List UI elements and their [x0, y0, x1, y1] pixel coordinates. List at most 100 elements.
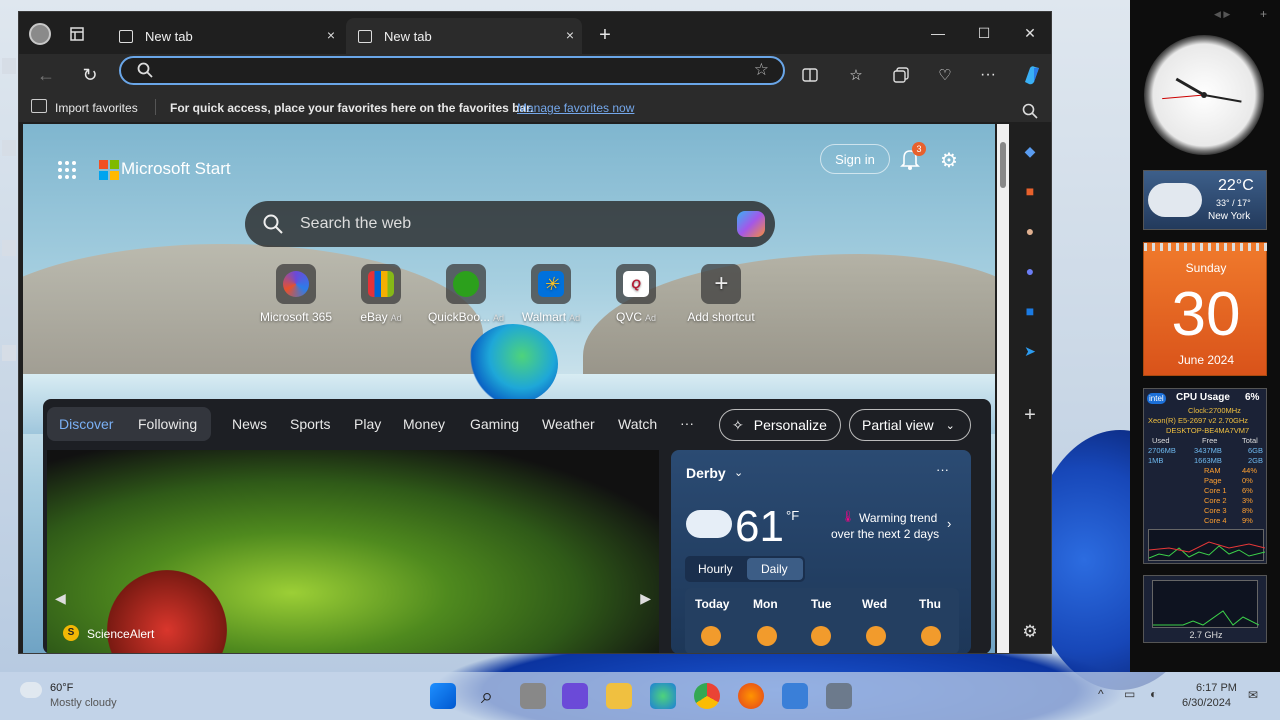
gadget-add-icon[interactable]: + [1260, 7, 1267, 21]
personalize-button[interactable]: ✧ Personalize [719, 409, 841, 441]
address-input[interactable] [161, 61, 741, 81]
notification-center-icon[interactable]: ✉ [1248, 688, 1258, 702]
back-icon[interactable]: ← [35, 64, 57, 86]
chevron-down-icon[interactable]: ⌄ [734, 466, 743, 479]
browser-essentials-icon[interactable]: ♡ [934, 64, 956, 86]
shortcut-microsoft-365[interactable]: Microsoft 365 [251, 264, 341, 324]
split-screen-icon[interactable] [799, 64, 821, 86]
sidebar-search-icon[interactable] [1019, 100, 1041, 122]
favorites-icon[interactable]: ☆ [845, 64, 867, 86]
forecast-day[interactable]: Thu [919, 597, 941, 611]
tab-2[interactable]: New tab × [346, 18, 582, 54]
start-button[interactable] [430, 683, 456, 709]
analog-clock-gadget[interactable] [1144, 35, 1264, 155]
copilot-icon[interactable] [737, 211, 765, 237]
apps-launcher-icon[interactable] [57, 160, 77, 185]
firefox-icon[interactable] [738, 683, 764, 709]
tab-following[interactable]: Following [138, 416, 197, 432]
taskbar-weather-temp[interactable]: 60°F [50, 682, 73, 694]
cpu-meter-gadget[interactable]: intel CPU Usage 6% Clock:2700MHz Xeon(R)… [1143, 388, 1267, 564]
profile-avatar[interactable] [29, 23, 51, 45]
shortcut-qvc[interactable]: Q QVC Ad [591, 264, 681, 324]
microsoft-365-sidebar-icon[interactable]: ● [1019, 260, 1041, 282]
games-icon[interactable]: ● [1019, 220, 1041, 242]
chevron-right-icon[interactable]: › [947, 516, 951, 531]
carousel-prev-icon[interactable]: ◀ [55, 590, 66, 607]
more-tabs-button[interactable]: ··· [680, 415, 694, 431]
import-favorites-button[interactable]: Import favorites [55, 101, 138, 115]
outlook-icon[interactable]: ■ [1019, 300, 1041, 322]
tab-sports[interactable]: Sports [290, 416, 330, 432]
copilot-icon[interactable] [1019, 62, 1045, 88]
tab-news[interactable]: News [232, 416, 267, 432]
forecast-day[interactable]: Mon [753, 597, 778, 611]
more-options-icon[interactable]: ··· [936, 462, 949, 477]
store-icon[interactable] [782, 683, 808, 709]
more-icon[interactable]: ··· [977, 64, 999, 86]
new-tab-button[interactable]: + [594, 24, 616, 46]
tab-play[interactable]: Play [354, 416, 381, 432]
desktop-icon[interactable] [2, 345, 16, 361]
tray-network-icon[interactable]: ▭ [1124, 687, 1135, 701]
weather-card[interactable]: Derby ⌄ ··· 61 °F 🌡 Warming trend over t… [671, 450, 971, 653]
partial-view-dropdown[interactable]: Partial view ⌄ [849, 409, 971, 441]
task-view-icon[interactable] [520, 683, 546, 709]
calendar-gadget[interactable]: Sunday 30 June 2024 [1143, 242, 1268, 376]
shortcut-walmart[interactable]: ✳ Walmart Ad [506, 264, 596, 324]
tab-money[interactable]: Money [403, 416, 445, 432]
hero-article-card[interactable]: ◀ ▶ S ScienceAlert [47, 450, 659, 653]
minimize-button[interactable]: — [915, 18, 961, 48]
forecast-day[interactable]: Wed [862, 597, 887, 611]
manage-favorites-link[interactable]: Manage favorites now [517, 101, 634, 115]
taskbar-date[interactable]: 6/30/2024 [1182, 697, 1231, 709]
frequency-gadget[interactable]: 2.7 GHz [1143, 575, 1267, 643]
hourly-tab[interactable]: Hourly [698, 562, 733, 576]
brand-title[interactable]: Microsoft Start [121, 159, 231, 179]
search-icon[interactable]: ⌕ [474, 683, 500, 709]
desktop-icon[interactable] [2, 240, 16, 256]
weather-gadget[interactable]: 22°C 33° / 17° New York [1143, 170, 1267, 230]
close-window-button[interactable]: ✕ [1007, 18, 1051, 48]
shortcut-add[interactable]: + Add shortcut [676, 264, 766, 324]
daily-tab[interactable]: Daily [761, 562, 788, 576]
desktop-icon[interactable] [2, 140, 16, 156]
refresh-icon[interactable]: ↻ [79, 64, 101, 86]
edge-taskbar-icon[interactable] [650, 683, 676, 709]
sign-in-button[interactable]: Sign in [820, 144, 890, 174]
tab-close-icon[interactable]: × [327, 27, 335, 43]
import-icon[interactable] [31, 99, 47, 113]
web-search-box[interactable]: Search the web [245, 201, 775, 247]
tray-volume-icon[interactable]: ◐ [1150, 687, 1157, 701]
tab-1[interactable]: New tab × [107, 18, 343, 54]
tab-close-icon[interactable]: × [566, 27, 574, 43]
sidebar-settings-icon[interactable]: ⚙ [1019, 621, 1041, 643]
notification-bell-icon[interactable]: 3 [900, 142, 926, 175]
collections-icon[interactable] [890, 64, 912, 86]
network-tool-icon[interactable] [826, 683, 852, 709]
add-sidebar-app-icon[interactable]: + [1019, 404, 1041, 426]
chrome-icon[interactable] [694, 683, 720, 709]
taskbar-weather-desc[interactable]: Mostly cloudy [50, 697, 117, 709]
taskbar-time[interactable]: 6:17 PM [1196, 682, 1237, 694]
shopping-tag-icon[interactable]: ◆ [1019, 140, 1041, 162]
address-bar[interactable]: ☆ [119, 56, 785, 85]
maximize-button[interactable]: ☐ [961, 18, 1007, 48]
scrollbar-thumb[interactable] [1000, 142, 1006, 188]
gadget-nav-icon[interactable]: ◀ ▶ [1214, 9, 1230, 20]
desktop-icon[interactable] [2, 58, 16, 74]
forecast-day[interactable]: Tue [811, 597, 831, 611]
tab-watch[interactable]: Watch [618, 416, 657, 432]
weather-cloud-icon[interactable] [20, 682, 42, 698]
shortcut-quickbooks[interactable]: QuickBoo... Ad [421, 264, 511, 324]
tab-gaming[interactable]: Gaming [470, 416, 519, 432]
weather-location[interactable]: Derby [686, 465, 726, 481]
carousel-next-icon[interactable]: ▶ [640, 590, 651, 607]
file-explorer-icon[interactable] [606, 683, 632, 709]
settings-gear-icon[interactable]: ⚙ [940, 148, 958, 173]
teams-icon[interactable] [562, 683, 588, 709]
send-icon[interactable]: ➤ [1019, 340, 1041, 362]
tab-discover[interactable]: Discover [59, 416, 113, 432]
tab-actions-icon[interactable] [67, 24, 87, 44]
shortcut-ebay[interactable]: eBay Ad [336, 264, 426, 324]
tools-icon[interactable]: ■ [1019, 180, 1041, 202]
